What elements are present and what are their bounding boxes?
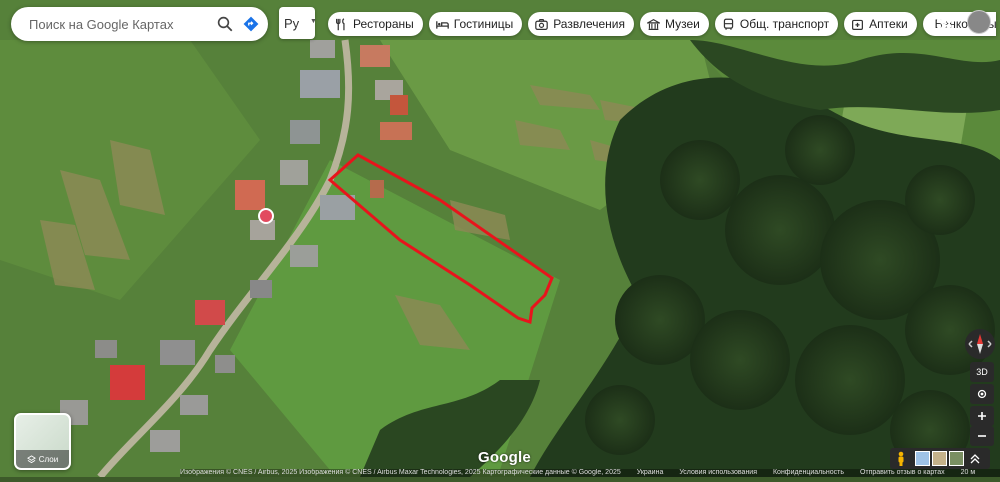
- language-select[interactable]: Ру ▼: [279, 7, 317, 39]
- layers-icon: [26, 454, 36, 463]
- chip-museums[interactable]: Музеи: [639, 12, 709, 36]
- search-box[interactable]: [11, 7, 268, 41]
- pegman-icon[interactable]: [895, 451, 907, 467]
- search-input[interactable]: [27, 15, 201, 33]
- layers-label: Слои: [38, 454, 59, 464]
- fork-knife-icon: [336, 17, 345, 30]
- language-label: Ру: [284, 15, 300, 31]
- chip-label: Музеи: [664, 17, 700, 31]
- imagery-thumb-3[interactable]: [949, 451, 964, 466]
- bus-icon: [723, 18, 734, 30]
- category-chips: Рестораны Гостиницы Развлечения Музеи Об…: [328, 12, 996, 36]
- chip-label: Развлечения: [553, 17, 625, 31]
- chevron-down-icon: ▼: [310, 18, 317, 25]
- chip-transit[interactable]: Общ. транспорт: [714, 12, 839, 36]
- bed-icon: [435, 20, 449, 29]
- attribution-text: Изображения © CNES / Airbus, 2025 Изобра…: [180, 469, 621, 476]
- compass-icon: [968, 334, 992, 354]
- pharmacy-icon: [852, 19, 864, 30]
- zoom-out-button[interactable]: [970, 426, 994, 446]
- chip-entertainment[interactable]: Развлечения: [528, 12, 634, 36]
- chip-label: Общ. транспорт: [739, 17, 830, 31]
- apps-grid-icon[interactable]: [937, 14, 951, 28]
- imagery-thumb-2[interactable]: [932, 451, 947, 466]
- location-target-icon: [977, 389, 987, 399]
- satellite-map[interactable]: [0, 0, 1000, 480]
- satellite-imagery: [0, 0, 1000, 480]
- tilt-label: 3D: [976, 367, 988, 377]
- zoom-in-button[interactable]: [970, 406, 994, 426]
- my-location-button[interactable]: [970, 384, 994, 404]
- place-marker-icon[interactable]: [258, 208, 274, 224]
- museum-icon: [646, 18, 660, 30]
- layers-label-bar: Слои: [16, 450, 69, 468]
- directions-icon[interactable]: [242, 15, 260, 33]
- expand-up-icon[interactable]: [970, 453, 980, 464]
- camera-icon: [535, 18, 548, 30]
- chip-hotels[interactable]: Гостиницы: [428, 12, 523, 36]
- map-footer: Изображения © CNES / Airbus, 2025 Изобра…: [180, 469, 1000, 477]
- compass-button[interactable]: [965, 329, 995, 359]
- imagery-thumb-1[interactable]: [915, 451, 930, 466]
- footer-privacy-link[interactable]: Конфиденциальность: [773, 469, 844, 476]
- tilt-3d-button[interactable]: 3D: [970, 362, 994, 382]
- chip-restaurants[interactable]: Рестораны: [328, 12, 423, 36]
- avatar[interactable]: [967, 10, 991, 34]
- plus-icon: [978, 412, 986, 420]
- chip-label: Аптеки: [869, 17, 908, 31]
- chip-label: Гостиницы: [453, 17, 514, 31]
- search-icon[interactable]: [216, 15, 234, 33]
- footer-terms-link[interactable]: Условия использования: [679, 469, 757, 476]
- footer-feedback-link[interactable]: Отправить отзыв о картах: [860, 469, 945, 476]
- imagery-strip: [890, 448, 990, 469]
- layers-button[interactable]: Слои: [14, 413, 71, 470]
- minus-icon: [978, 435, 986, 437]
- footer-region: Украина: [636, 469, 664, 476]
- chip-label: Рестораны: [353, 17, 414, 31]
- chip-pharmacies[interactable]: Аптеки: [844, 12, 917, 36]
- google-logo: Google: [478, 449, 531, 466]
- scale-label[interactable]: 20 м: [961, 469, 976, 476]
